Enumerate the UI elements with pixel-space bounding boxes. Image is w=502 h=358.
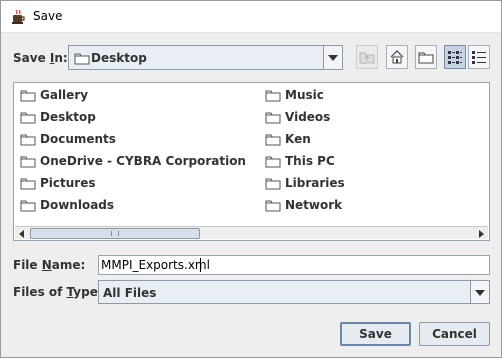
file-name: Libraries xyxy=(285,176,345,190)
java-coffee-cup-icon xyxy=(12,9,25,24)
details-view-icon xyxy=(472,51,486,64)
title-bar[interactable]: Save xyxy=(1,1,501,33)
folder-icon xyxy=(74,53,90,65)
folder-icon xyxy=(20,112,36,124)
folder-icon xyxy=(20,156,36,168)
folder-icon xyxy=(265,200,281,212)
scrollbar-thumb[interactable] xyxy=(30,228,200,239)
home-button[interactable] xyxy=(386,45,408,69)
file-name: Gallery xyxy=(40,88,89,102)
save-in-value: Desktop xyxy=(91,51,147,65)
new-folder-icon xyxy=(418,52,434,64)
file-list[interactable]: Gallery Desktop Documents OneDrive - CYB… xyxy=(13,82,490,241)
folder-icon xyxy=(265,178,281,190)
window-title: Save xyxy=(33,9,63,23)
horizontal-scrollbar[interactable] xyxy=(15,226,488,239)
file-name: Ken xyxy=(285,132,311,146)
list-view-button[interactable] xyxy=(444,45,466,69)
folder-icon xyxy=(265,134,281,146)
folder-icon xyxy=(265,156,281,168)
file-name: Desktop xyxy=(40,110,96,124)
file-name: OneDrive - CYBRA Corporation xyxy=(40,154,246,168)
folder-icon xyxy=(20,90,36,102)
folder-up-icon xyxy=(359,52,375,64)
arrow-left-icon xyxy=(19,230,24,238)
file-name: Downloads xyxy=(40,198,115,212)
details-view-button[interactable] xyxy=(468,45,490,69)
folder-icon xyxy=(20,178,36,190)
folder-icon xyxy=(265,112,281,124)
save-in-dropdown-button[interactable] xyxy=(323,46,342,69)
create-new-folder-button[interactable] xyxy=(415,45,437,69)
arrow-right-icon xyxy=(479,230,484,238)
file-name: Network xyxy=(285,198,343,212)
folder-icon xyxy=(265,90,281,102)
cancel-button[interactable]: Cancel xyxy=(419,322,490,346)
file-name: Music xyxy=(285,88,324,102)
scroll-left-button[interactable] xyxy=(15,227,29,239)
file-name: This PC xyxy=(285,154,335,168)
file-name: Videos xyxy=(285,110,331,124)
scroll-right-button[interactable] xyxy=(474,227,488,239)
file-name-label: File Name: xyxy=(13,258,86,272)
up-one-level-button[interactable] xyxy=(356,45,378,69)
list-view-icon xyxy=(448,51,462,64)
chevron-down-icon xyxy=(328,55,338,61)
files-of-type-value: All Files xyxy=(103,286,157,300)
save-in-label: Save In: xyxy=(13,51,68,65)
chevron-down-icon xyxy=(475,290,485,296)
grip-icon xyxy=(111,231,119,236)
text-caret xyxy=(200,258,201,272)
folder-icon xyxy=(20,200,36,212)
files-of-type-dropdown-button[interactable] xyxy=(470,281,489,303)
files-of-type-combobox[interactable]: All Files xyxy=(98,280,490,304)
save-button[interactable]: Save xyxy=(340,322,411,346)
file-name: Pictures xyxy=(40,176,96,190)
home-icon xyxy=(390,50,404,64)
save-dialog: Save Save In: Desktop Gallery Desktop Do… xyxy=(0,0,502,358)
file-name: Documents xyxy=(40,132,116,146)
file-name-input[interactable] xyxy=(99,256,491,274)
file-name-field[interactable] xyxy=(98,255,491,275)
folder-icon xyxy=(20,134,36,146)
files-of-type-label: Files of Type: xyxy=(13,285,103,299)
save-in-combobox[interactable]: Desktop xyxy=(68,45,343,70)
